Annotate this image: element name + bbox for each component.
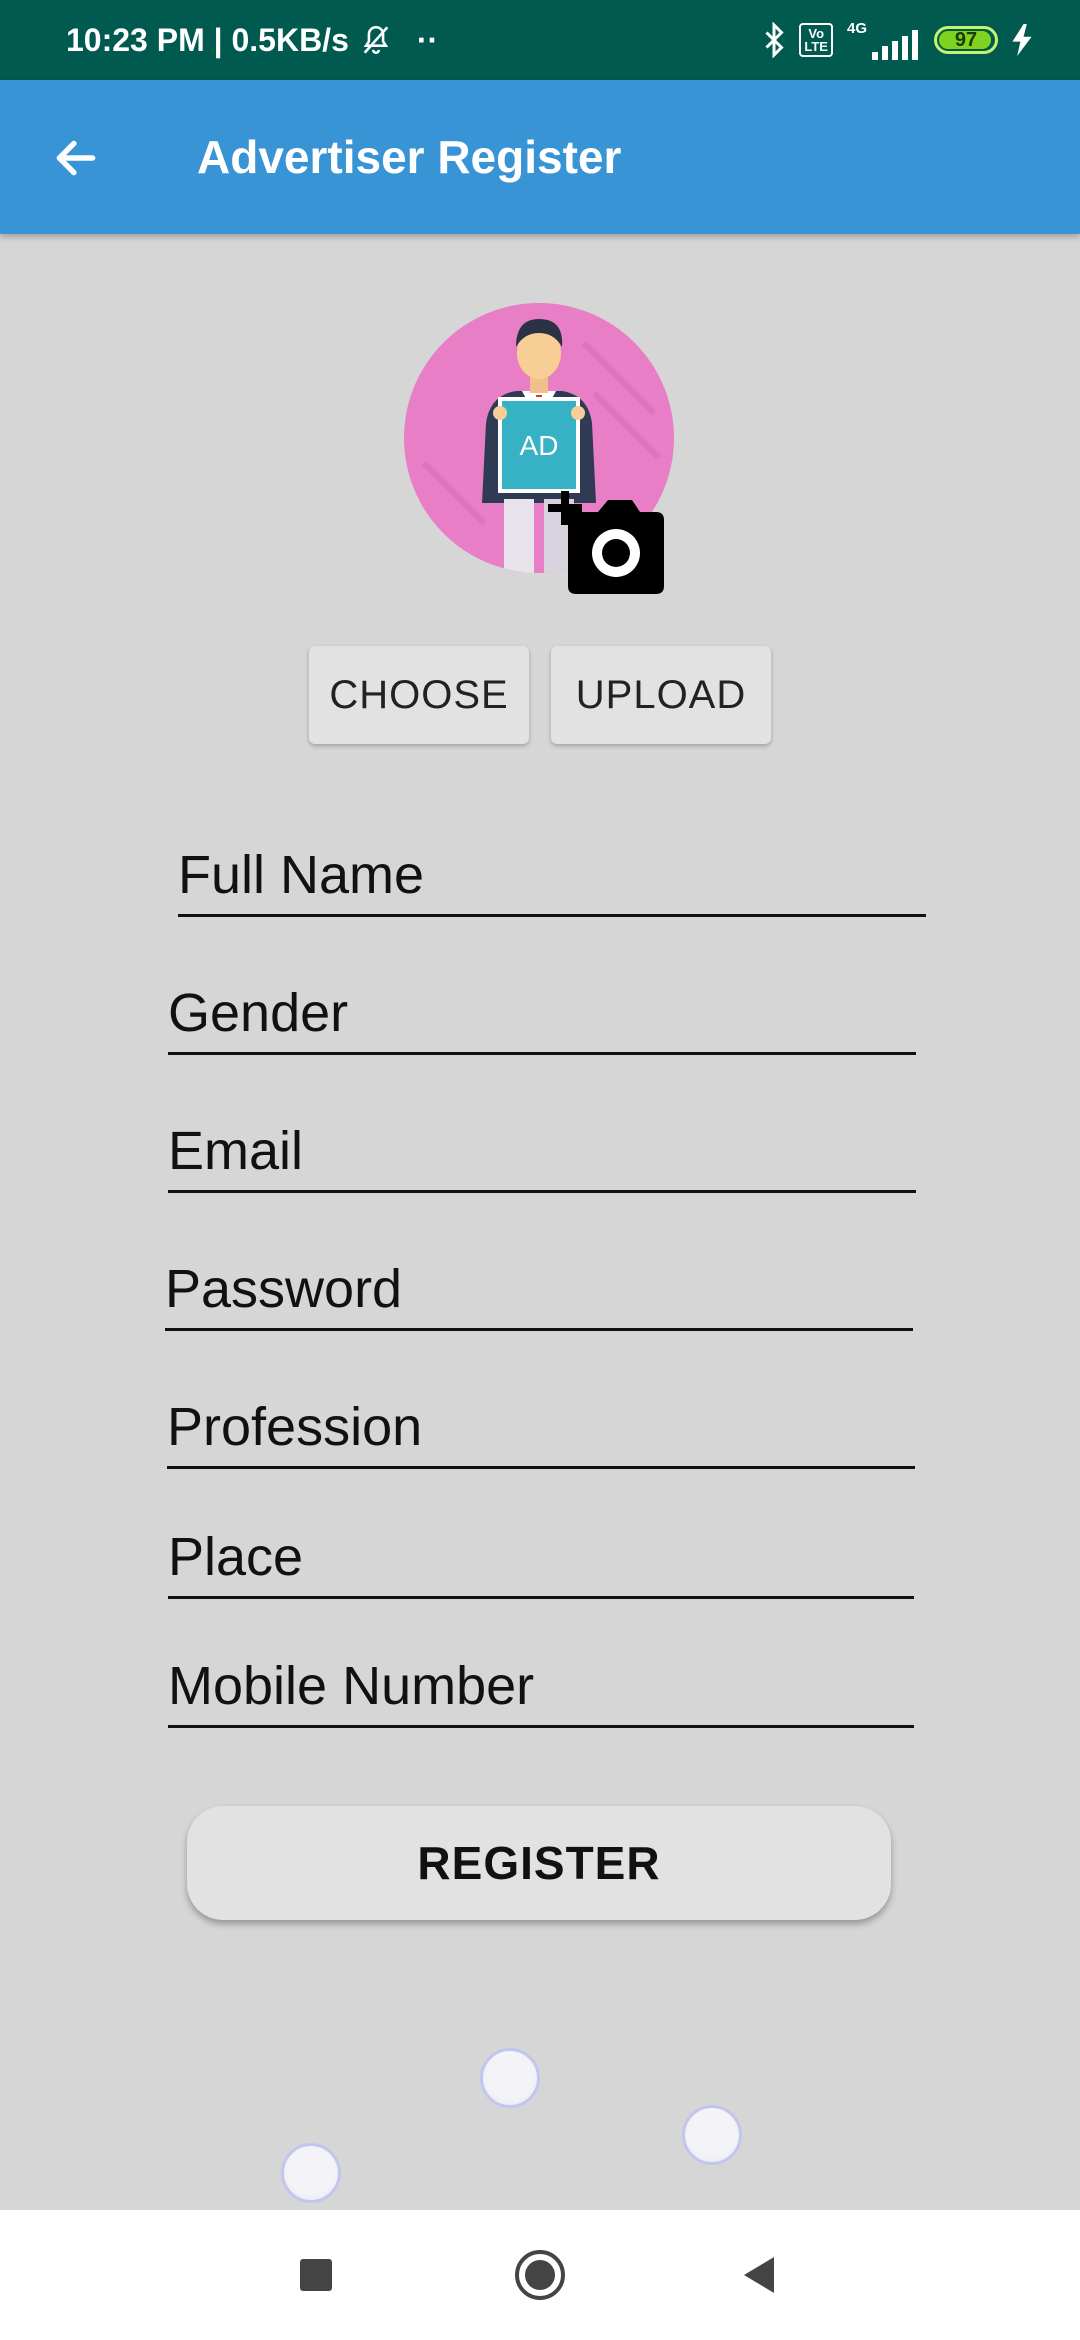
decorative-bubble: [682, 2105, 742, 2165]
signal-group: 4G: [847, 20, 920, 60]
profession-field: [167, 1389, 915, 1469]
decorative-bubble: [480, 2048, 540, 2108]
recents-button[interactable]: [281, 2240, 351, 2310]
register-button[interactable]: REGISTER: [187, 1806, 891, 1920]
avatar-badge-text: AD: [520, 430, 559, 461]
battery-level: 97: [954, 28, 978, 51]
full-name-input[interactable]: [178, 844, 926, 914]
status-right: Vo LTE 4G 97: [763, 0, 1032, 80]
status-left: 10:23 PM | 0.5KB/s ··: [66, 0, 438, 80]
email-field: [168, 1113, 916, 1193]
back-button[interactable]: [40, 122, 112, 194]
decorative-bubble: [281, 2143, 341, 2203]
bluetooth-icon: [765, 22, 785, 58]
choose-button[interactable]: CHOOSE: [309, 646, 529, 744]
mobile-number-field: [168, 1648, 914, 1728]
place-input[interactable]: [168, 1526, 914, 1596]
mobile-number-input[interactable]: [168, 1655, 914, 1725]
password-input[interactable]: [165, 1258, 913, 1328]
battery-icon: 97: [934, 26, 998, 54]
system-nav-bar: [0, 2210, 1080, 2340]
email-input[interactable]: [168, 1120, 916, 1190]
circle-icon: [515, 2250, 565, 2300]
page-title: Advertiser Register: [197, 131, 622, 183]
volte-bottom: LTE: [804, 39, 828, 54]
upload-button[interactable]: UPLOAD: [551, 646, 771, 744]
home-button[interactable]: [505, 2240, 575, 2310]
full-name-field: [178, 837, 926, 917]
gender-field: [168, 975, 916, 1055]
square-icon: [300, 2259, 332, 2291]
signal-icon: [872, 30, 918, 60]
profession-input[interactable]: [167, 1396, 915, 1466]
network-type: 4G: [846, 20, 867, 37]
back-nav-button[interactable]: [725, 2240, 795, 2310]
add-photo-camera-icon[interactable]: [540, 486, 666, 596]
triangle-icon: [744, 2257, 774, 2293]
status-bar: 10:23 PM | 0.5KB/s ·· Vo LTE 4G 97: [0, 0, 1080, 80]
place-field: [168, 1519, 914, 1599]
status-time-speed: 10:23 PM | 0.5KB/s: [66, 21, 349, 58]
gender-input[interactable]: [168, 982, 916, 1052]
bell-off-icon: [363, 25, 389, 54]
password-field: [165, 1251, 913, 1331]
volte-badge: Vo LTE: [799, 23, 833, 57]
app-bar: Advertiser Register: [0, 80, 1080, 234]
status-more-dots: ··: [416, 21, 439, 58]
arrow-left-icon: [56, 140, 96, 176]
charging-icon: [1012, 24, 1032, 56]
